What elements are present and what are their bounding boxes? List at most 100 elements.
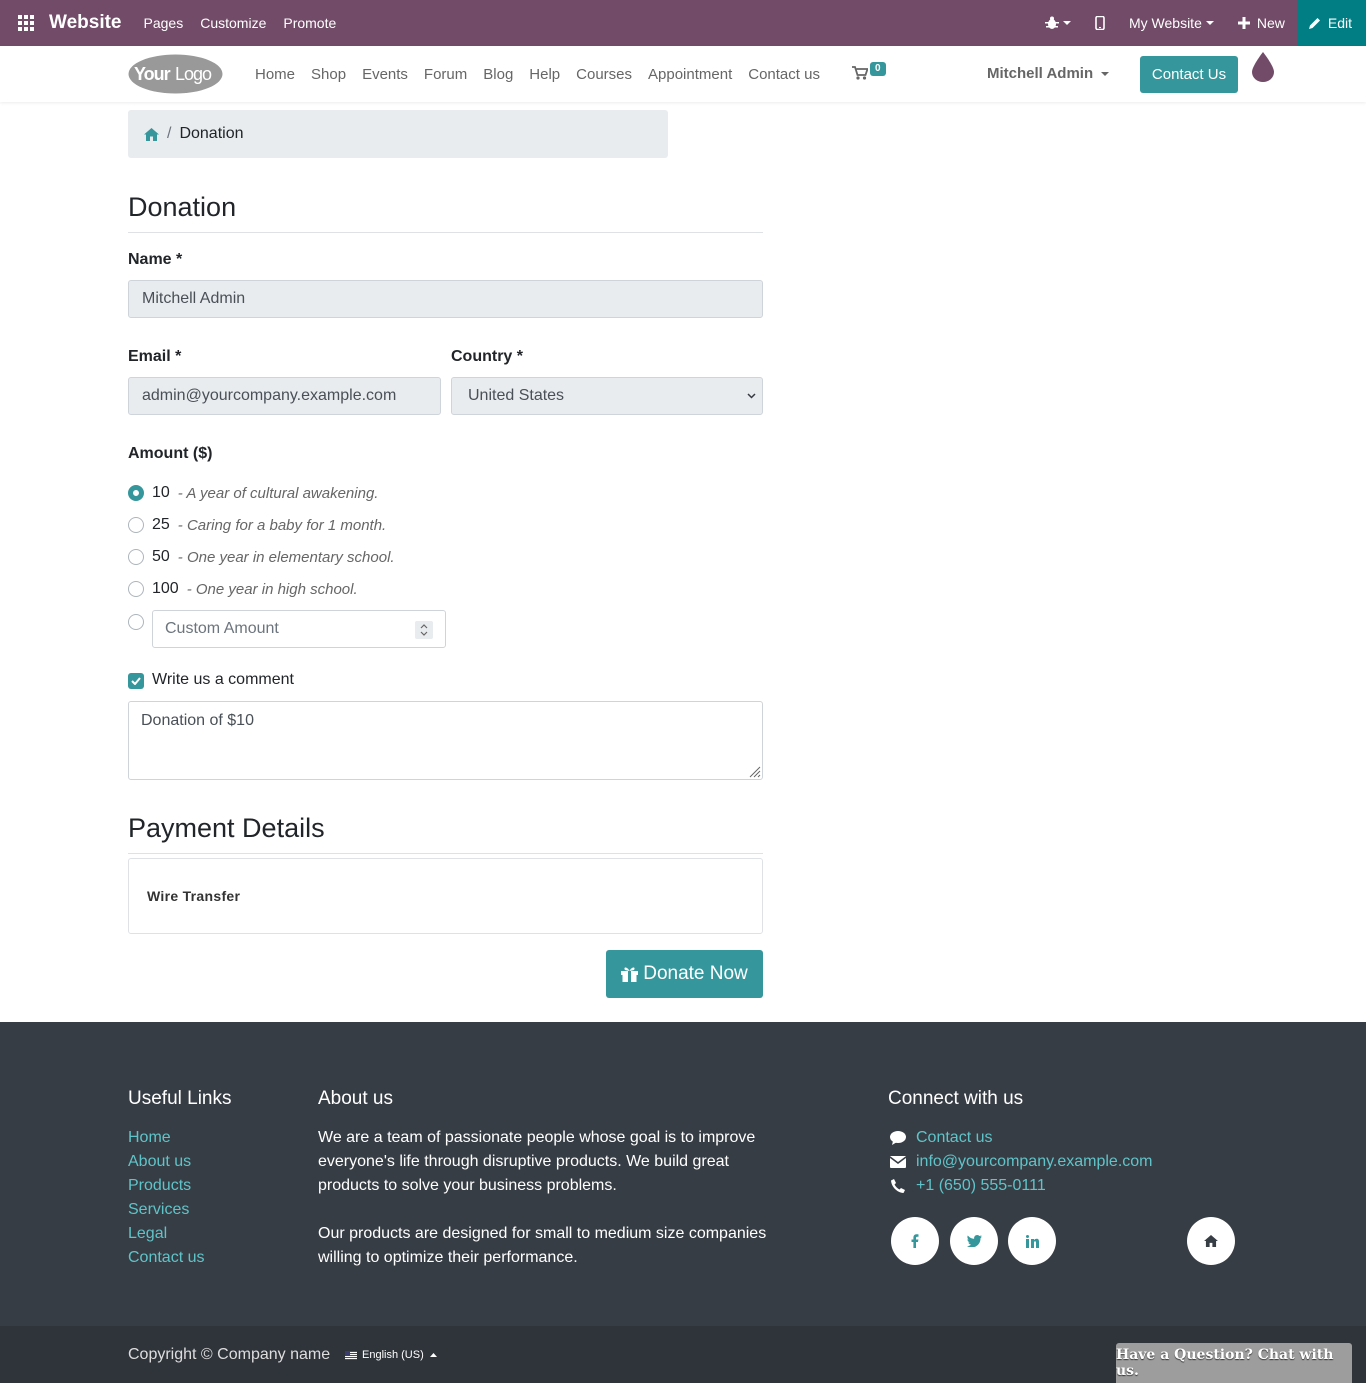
donate-now-label: Donate Now [643, 963, 748, 984]
breadcrumb-current: Donation [179, 125, 244, 142]
resize-handle-icon[interactable] [747, 764, 761, 778]
nav-home[interactable]: Home [255, 66, 295, 83]
amount-option-100[interactable]: 100 - One year in high school. [128, 580, 358, 598]
menu-promote[interactable]: Promote [283, 15, 336, 31]
country-select-value: United States [468, 387, 565, 404]
gift-icon [621, 967, 639, 982]
bug-icon [1044, 16, 1059, 29]
payment-method-card[interactable]: Wire Transfer [128, 858, 763, 934]
footer-link-contact[interactable]: Contact us [128, 1246, 204, 1270]
menu-customize[interactable]: Customize [200, 15, 266, 31]
amount-label: Amount ($) [128, 445, 213, 462]
nav-forum[interactable]: Forum [424, 66, 467, 83]
about-paragraph-2: Our products are designed for small to m… [318, 1225, 767, 1266]
language-label: English (US) [362, 1349, 424, 1361]
main-nav: Home Shop Events Forum Blog Help Courses… [255, 46, 836, 102]
amount-radio[interactable] [128, 485, 144, 501]
contact-row: info@yourcompany.example.com [888, 1150, 1153, 1174]
about-text: We are a team of passionate people whose… [318, 1126, 778, 1270]
mobile-preview-button[interactable] [1083, 0, 1117, 46]
nav-blog[interactable]: Blog [483, 66, 513, 83]
page-title: Donation [128, 192, 237, 222]
apps-grid-icon[interactable] [14, 11, 38, 35]
donate-now-button[interactable]: Donate Now [606, 950, 763, 998]
payment-method-label: Wire Transfer [147, 888, 241, 904]
company-logo[interactable]: Your Logo [128, 54, 223, 94]
footer-email-link[interactable]: info@yourcompany.example.com [916, 1153, 1153, 1171]
home-icon[interactable] [144, 127, 159, 141]
mobile-icon [1095, 16, 1105, 30]
amount-option-25[interactable]: 25 - Caring for a baby for 1 month. [128, 516, 386, 534]
user-name: Mitchell Admin [987, 65, 1094, 82]
footer: Useful Links Home About us Products Serv… [0, 1022, 1366, 1326]
theme-drop-icon[interactable] [1252, 52, 1274, 87]
amount-radio[interactable] [128, 581, 144, 597]
payment-title: Payment Details [128, 813, 325, 843]
contact-list: Contact us info@yourcompany.example.com … [888, 1126, 1153, 1198]
plus-icon [1237, 17, 1250, 29]
svg-text:Your: Your [134, 64, 171, 84]
check-icon [131, 677, 141, 685]
amount-option-50[interactable]: 50 - One year in elementary school. [128, 548, 395, 566]
cart-button[interactable]: 0 [852, 62, 886, 80]
phone-icon [888, 1179, 908, 1193]
footer-link-home[interactable]: Home [128, 1126, 204, 1150]
about-title: About us [318, 1088, 393, 1109]
amount-radio[interactable] [128, 517, 144, 533]
nav-courses[interactable]: Courses [576, 66, 632, 83]
amount-radio[interactable] [128, 549, 144, 565]
about-paragraph-1: We are a team of passionate people whose… [318, 1129, 756, 1194]
comment-label[interactable]: Write us a comment [152, 671, 294, 689]
amount-value: 100 [152, 580, 179, 597]
nav-contact-us[interactable]: Contact us [748, 66, 820, 83]
nav-help[interactable]: Help [529, 66, 560, 83]
footer-link-products[interactable]: Products [128, 1174, 204, 1198]
nav-appointment[interactable]: Appointment [648, 66, 732, 83]
website-navbar: Your Logo Home Shop Events Forum Blog Hel… [0, 46, 1366, 102]
footer-link-legal[interactable]: Legal [128, 1222, 204, 1246]
comment-checkbox[interactable] [128, 673, 144, 689]
nav-shop[interactable]: Shop [311, 66, 346, 83]
contact-us-button[interactable]: Contact Us [1140, 56, 1238, 93]
amount-option-custom[interactable] [128, 614, 152, 630]
twitter-icon[interactable] [950, 1217, 998, 1265]
footer-link-services[interactable]: Services [128, 1198, 204, 1222]
email-field[interactable]: admin@yourcompany.example.com [128, 377, 441, 415]
app-brand[interactable]: Website [49, 12, 122, 34]
country-label: Country * [451, 348, 523, 365]
amount-value: 25 [152, 516, 170, 533]
stepper-arrows-icon[interactable] [415, 621, 433, 639]
footer-phone-link[interactable]: +1 (650) 555-0111 [916, 1177, 1046, 1195]
cart-icon [852, 66, 868, 80]
language-selector[interactable]: English (US) [345, 1349, 437, 1361]
nav-events[interactable]: Events [362, 66, 408, 83]
website-switcher[interactable]: My Website [1117, 0, 1226, 46]
user-menu[interactable]: Mitchell Admin [987, 65, 1110, 82]
payment-divider [128, 853, 763, 854]
envelope-icon [888, 1156, 908, 1168]
amount-description: - One year in high school. [186, 580, 358, 598]
pencil-icon [1308, 18, 1320, 29]
debug-menu[interactable] [1033, 0, 1083, 46]
footer-link-about[interactable]: About us [128, 1150, 204, 1174]
topbar-right: My Website New Edit [1033, 0, 1366, 46]
new-button[interactable]: New [1226, 0, 1297, 46]
menu-pages[interactable]: Pages [144, 15, 184, 31]
custom-amount-radio[interactable] [128, 614, 144, 630]
amount-value: 50 [152, 548, 170, 565]
new-label: New [1256, 15, 1285, 31]
custom-amount-input[interactable]: Custom Amount [152, 610, 446, 648]
livechat-button[interactable]: Have a Question? Chat with us. [1116, 1343, 1352, 1383]
edit-button[interactable]: Edit [1296, 0, 1366, 46]
comment-icon [888, 1131, 908, 1145]
email-label: Email * [128, 348, 182, 365]
amount-option-10[interactable]: 10 - A year of cultural awakening. [128, 484, 378, 502]
cart-count-badge: 0 [870, 62, 886, 76]
name-field[interactable]: Mitchell Admin [128, 280, 763, 318]
comment-textarea[interactable]: Donation of $10 [128, 701, 763, 780]
linkedin-icon[interactable] [1008, 1217, 1056, 1265]
footer-contact-link[interactable]: Contact us [916, 1129, 992, 1147]
facebook-icon[interactable] [891, 1217, 939, 1265]
home-icon[interactable] [1187, 1217, 1235, 1265]
country-select[interactable]: United States [451, 377, 763, 415]
